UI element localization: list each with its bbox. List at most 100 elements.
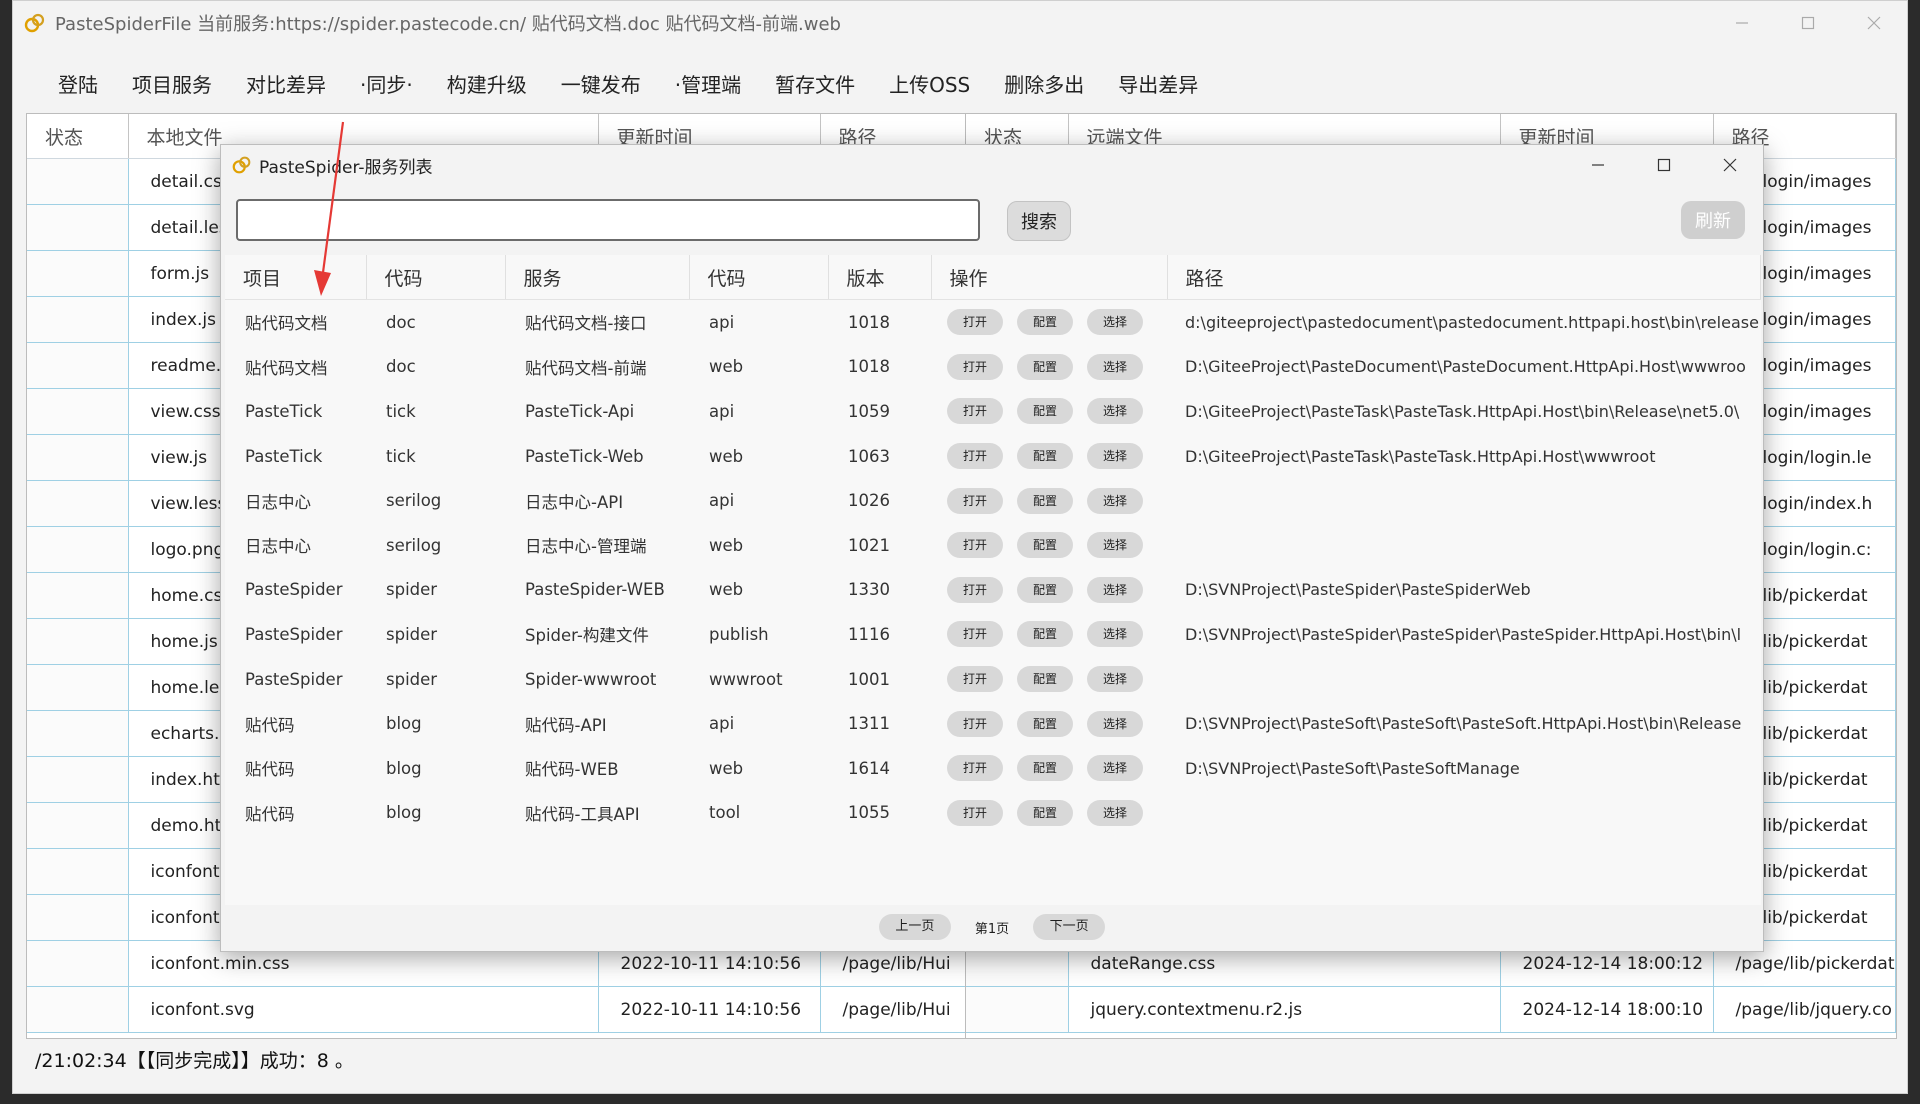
service-row[interactable]: PasteTick tick PasteTick-Web web 1063 打开 配置 选择 D… — [225, 434, 1761, 479]
column-header[interactable]: 代码 — [366, 255, 506, 300]
service-row[interactable]: 贴代码文档 doc 贴代码文档-接口 api 1018 打开 配置 选择 d:\giteepro… — [225, 300, 1761, 345]
menu-one-click-publish[interactable]: 一键发布 — [544, 65, 658, 105]
dialog-maximize-button[interactable] — [1631, 145, 1697, 185]
select-button[interactable]: 选择 — [1087, 398, 1143, 425]
dialog-title: PasteSpider-服务列表 — [259, 157, 433, 178]
open-button[interactable]: 打开 — [947, 532, 1003, 559]
select-button[interactable]: 选择 — [1087, 710, 1143, 737]
maximize-icon — [1657, 158, 1671, 172]
status-cell — [27, 342, 129, 389]
open-button[interactable]: 打开 — [947, 487, 1003, 514]
select-button[interactable]: 选择 — [1087, 532, 1143, 559]
menu-compare-diff[interactable]: 对比差异 — [229, 65, 343, 105]
service-row[interactable]: 贴代码 blog 贴代码-API api 1311 打开 配置 选择 D:\SVNProject… — [225, 701, 1761, 746]
config-button[interactable]: 配置 — [1017, 799, 1073, 826]
config-button[interactable]: 配置 — [1017, 309, 1073, 336]
table-row[interactable]: iconfont.svg 2022-10-11 14:10:56/page/lib… — [27, 986, 968, 1033]
column-header[interactable]: 项目 — [225, 255, 367, 300]
table-row[interactable]: jquery.contextmenu.r2.js 2024-12-14 18:00… — [966, 986, 1896, 1033]
dialog-minimize-button[interactable] — [1565, 145, 1631, 185]
next-page-button[interactable]: 下一页 — [1033, 914, 1106, 940]
service-pcode-cell: spider — [386, 580, 438, 600]
open-button[interactable]: 打开 — [947, 398, 1003, 425]
select-button[interactable]: 选择 — [1087, 666, 1143, 693]
menu-stash-files[interactable]: 暂存文件 — [758, 65, 872, 105]
service-row[interactable]: PasteSpider spider Spider-构建文件 publish 1116 打… — [225, 612, 1761, 657]
open-button[interactable]: 打开 — [947, 443, 1003, 470]
column-header[interactable]: 状态 — [27, 114, 129, 159]
service-row[interactable]: PasteTick tick PasteTick-Api api 1059 打开 配置 选择 D… — [225, 389, 1761, 434]
search-input[interactable] — [236, 199, 980, 241]
service-row[interactable]: PasteSpider spider Spider-wwwroot wwwroot 10… — [225, 657, 1761, 702]
service-row[interactable]: PasteSpider spider PasteSpider-WEB web 1330 打… — [225, 568, 1761, 613]
service-row[interactable]: 贴代码文档 doc 贴代码文档-前端 web 1018 打开 配置 选择 D:\GiteePro… — [225, 345, 1761, 390]
menu-delete-extra[interactable]: 删除多出 — [987, 65, 1101, 105]
refresh-button[interactable]: 刷新 — [1681, 201, 1745, 239]
dialog-close-button[interactable] — [1697, 145, 1763, 185]
select-button[interactable]: 选择 — [1087, 353, 1143, 380]
open-button[interactable]: 打开 — [947, 309, 1003, 336]
menu-login[interactable]: 登陆 — [41, 65, 115, 105]
window-title: PasteSpiderFile 当前服务:https://spider.past… — [55, 14, 841, 35]
maximize-button[interactable] — [1775, 1, 1841, 45]
column-header[interactable]: 操作 — [931, 255, 1168, 300]
search-button[interactable]: 搜索 — [1007, 201, 1071, 241]
service-scode-cell: tool — [709, 803, 741, 823]
config-button[interactable]: 配置 — [1017, 443, 1073, 470]
service-actions: 打开 配置 选择 — [931, 568, 1167, 613]
menu-upload-oss[interactable]: 上传OSS — [872, 65, 987, 105]
menu-sync[interactable]: ·同步· — [343, 65, 430, 105]
app-logo-icon — [232, 156, 251, 174]
column-header[interactable]: 路径 — [1167, 255, 1761, 300]
open-button[interactable]: 打开 — [947, 353, 1003, 380]
service-scode-cell: api — [709, 312, 735, 332]
open-button[interactable]: 打开 — [947, 576, 1003, 603]
config-button[interactable]: 配置 — [1017, 666, 1073, 693]
service-scode-cell: web — [709, 535, 744, 555]
service-actions: 打开 配置 选择 — [931, 389, 1167, 434]
menu-admin[interactable]: ·管理端 — [658, 65, 758, 105]
menu-export-diff[interactable]: 导出差异 — [1101, 65, 1215, 105]
service-row[interactable]: 日志中心 serilog 日志中心-管理端 web 1021 打开 配置 选择 — [225, 523, 1761, 568]
config-button[interactable]: 配置 — [1017, 487, 1073, 514]
select-button[interactable]: 选择 — [1087, 621, 1143, 648]
column-header[interactable]: 代码 — [689, 255, 829, 300]
open-button[interactable]: 打开 — [947, 799, 1003, 826]
open-button[interactable]: 打开 — [947, 621, 1003, 648]
config-button[interactable]: 配置 — [1017, 398, 1073, 425]
config-button[interactable]: 配置 — [1017, 621, 1073, 648]
open-button[interactable]: 打开 — [947, 755, 1003, 782]
config-button[interactable]: 配置 — [1017, 576, 1073, 603]
table-cell: 2024-12-14 18:00:10 — [1500, 986, 1714, 1033]
service-actions: 打开 配置 选择 — [931, 434, 1167, 479]
status-cell — [27, 710, 129, 757]
close-button[interactable] — [1841, 1, 1907, 45]
table-cell: jquery.contextmenu.r2.js — [1068, 986, 1501, 1033]
select-button[interactable]: 选择 — [1087, 576, 1143, 603]
close-icon — [1723, 158, 1737, 172]
column-header[interactable]: 版本 — [828, 255, 932, 300]
config-button[interactable]: 配置 — [1017, 532, 1073, 559]
config-button[interactable]: 配置 — [1017, 353, 1073, 380]
service-row[interactable]: 贴代码 blog 贴代码-WEB web 1614 打开 配置 选择 D:\SVNProject… — [225, 746, 1761, 791]
service-pcode-cell: tick — [386, 446, 416, 466]
select-button[interactable]: 选择 — [1087, 799, 1143, 826]
service-row[interactable]: 日志中心 serilog 日志中心-API api 1026 打开 配置 选择 — [225, 478, 1761, 523]
select-button[interactable]: 选择 — [1087, 309, 1143, 336]
service-row[interactable]: 贴代码 blog 贴代码-工具API tool 1055 打开 配置 选择 — [225, 791, 1761, 836]
service-list-dialog: PasteSpider-服务列表 搜索 刷新 项目 代码 服务 代码 版本 操作… — [220, 144, 1764, 952]
service-pcode-cell: tick — [386, 401, 416, 421]
select-button[interactable]: 选择 — [1087, 487, 1143, 514]
menu-project-services[interactable]: 项目服务 — [115, 65, 229, 105]
select-button[interactable]: 选择 — [1087, 443, 1143, 470]
column-header[interactable]: 服务 — [505, 255, 690, 300]
service-path-cell: D:\GiteeProject\PasteDocument\PasteDocum… — [1185, 357, 1746, 377]
config-button[interactable]: 配置 — [1017, 710, 1073, 737]
prev-page-button[interactable]: 上一页 — [878, 914, 951, 940]
open-button[interactable]: 打开 — [947, 710, 1003, 737]
menu-build-upgrade[interactable]: 构建升级 — [430, 65, 544, 105]
select-button[interactable]: 选择 — [1087, 755, 1143, 782]
open-button[interactable]: 打开 — [947, 666, 1003, 693]
minimize-button[interactable] — [1709, 1, 1775, 45]
config-button[interactable]: 配置 — [1017, 755, 1073, 782]
